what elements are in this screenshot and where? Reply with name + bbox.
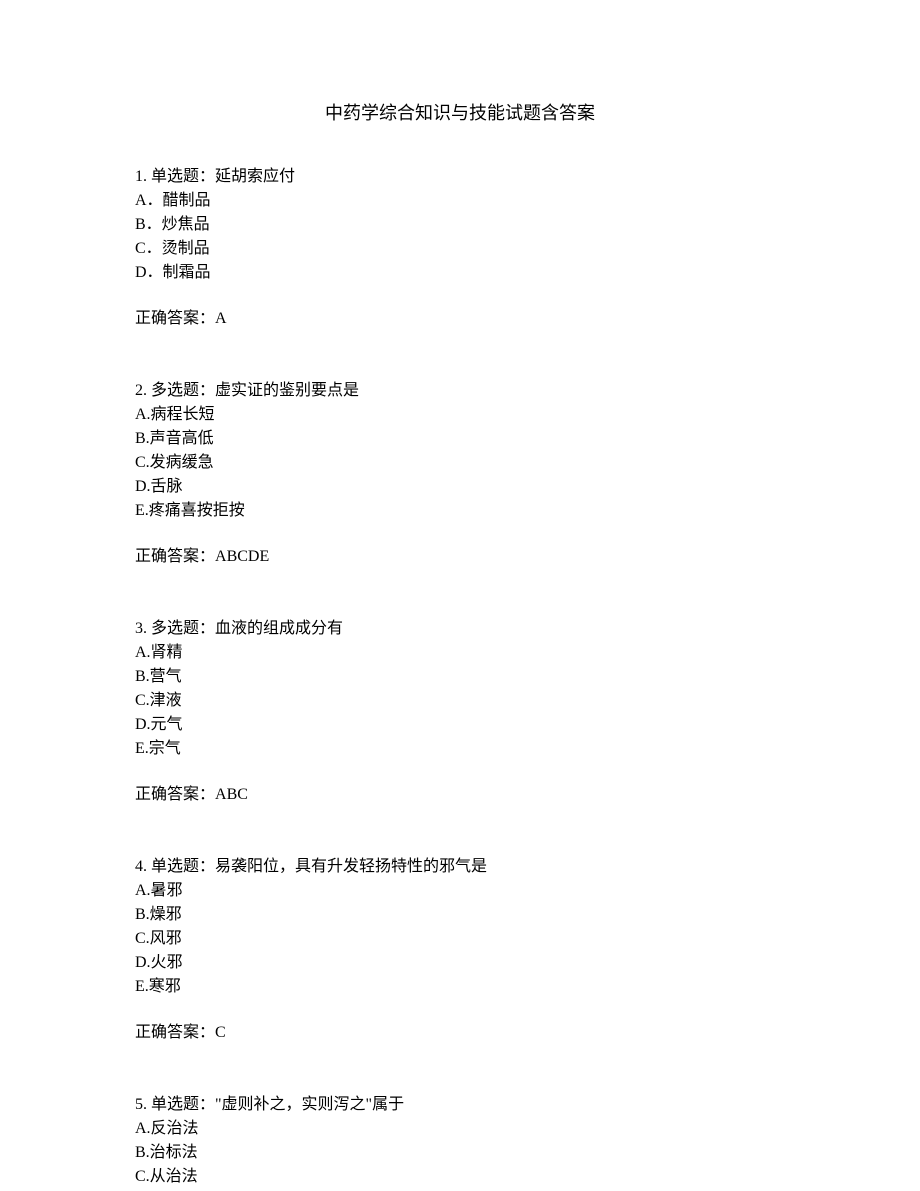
question-type: 单选题： (151, 168, 215, 185)
option-d: D.舌脉 (135, 475, 785, 499)
question-text: 易袭阳位，具有升发轻扬特性的邪气是 (215, 858, 487, 875)
question-text: 虚实证的鉴别要点是 (215, 382, 359, 399)
question-3: 3. 多选题：血液的组成成分有 A.肾精 B.营气 C.津液 D.元气 E.宗气… (135, 617, 785, 807)
option-b: B．炒焦品 (135, 213, 785, 237)
question-type: 多选题： (151, 620, 215, 637)
answer-label: 正确答案： (135, 1024, 215, 1041)
question-number: 3. (135, 620, 147, 637)
answer-value: ABCDE (215, 548, 269, 565)
question-2: 2. 多选题：虚实证的鉴别要点是 A.病程长短 B.声音高低 C.发病缓急 D.… (135, 379, 785, 569)
option-a: A.肾精 (135, 641, 785, 665)
question-5: 5. 单选题："虚则补之，实则泻之"属于 A.反治法 B.治标法 C.从治法 (135, 1093, 785, 1189)
option-e: E.宗气 (135, 737, 785, 761)
option-e: E.寒邪 (135, 975, 785, 999)
question-stem: 5. 单选题："虚则补之，实则泻之"属于 (135, 1093, 785, 1117)
option-d: D．制霜品 (135, 261, 785, 285)
option-d: D.元气 (135, 713, 785, 737)
option-c: C.从治法 (135, 1165, 785, 1189)
question-number: 2. (135, 382, 147, 399)
option-a: A．醋制品 (135, 189, 785, 213)
question-type: 多选题： (151, 382, 215, 399)
document-title: 中药学综合知识与技能试题含答案 (135, 100, 785, 127)
answer-label: 正确答案： (135, 786, 215, 803)
question-stem: 1. 单选题：延胡索应付 (135, 165, 785, 189)
question-1: 1. 单选题：延胡索应付 A．醋制品 B．炒焦品 C．烫制品 D．制霜品 正确答… (135, 165, 785, 331)
question-number: 4. (135, 858, 147, 875)
option-c: C.津液 (135, 689, 785, 713)
question-stem: 3. 多选题：血液的组成成分有 (135, 617, 785, 641)
question-stem: 4. 单选题：易袭阳位，具有升发轻扬特性的邪气是 (135, 855, 785, 879)
question-number: 5. (135, 1096, 147, 1113)
answer-value: A (215, 310, 227, 327)
answer-line: 正确答案：C (135, 1021, 785, 1045)
option-b: B.治标法 (135, 1141, 785, 1165)
question-type: 单选题： (151, 1096, 215, 1113)
answer-label: 正确答案： (135, 548, 215, 565)
option-d: D.火邪 (135, 951, 785, 975)
question-text: 血液的组成成分有 (215, 620, 343, 637)
option-b: B.营气 (135, 665, 785, 689)
answer-value: C (215, 1024, 226, 1041)
answer-value: ABC (215, 786, 248, 803)
answer-label: 正确答案： (135, 310, 215, 327)
answer-line: 正确答案：ABCDE (135, 545, 785, 569)
option-a: A.暑邪 (135, 879, 785, 903)
option-c: C.发病缓急 (135, 451, 785, 475)
option-b: B.燥邪 (135, 903, 785, 927)
question-text: 延胡索应付 (215, 168, 295, 185)
question-4: 4. 单选题：易袭阳位，具有升发轻扬特性的邪气是 A.暑邪 B.燥邪 C.风邪 … (135, 855, 785, 1045)
option-b: B.声音高低 (135, 427, 785, 451)
option-a: A.反治法 (135, 1117, 785, 1141)
option-c: C.风邪 (135, 927, 785, 951)
answer-line: 正确答案：ABC (135, 783, 785, 807)
option-c: C．烫制品 (135, 237, 785, 261)
question-text: "虚则补之，实则泻之"属于 (215, 1096, 404, 1113)
question-type: 单选题： (151, 858, 215, 875)
option-a: A.病程长短 (135, 403, 785, 427)
answer-line: 正确答案：A (135, 307, 785, 331)
option-e: E.疼痛喜按拒按 (135, 499, 785, 523)
question-number: 1. (135, 168, 147, 185)
question-stem: 2. 多选题：虚实证的鉴别要点是 (135, 379, 785, 403)
